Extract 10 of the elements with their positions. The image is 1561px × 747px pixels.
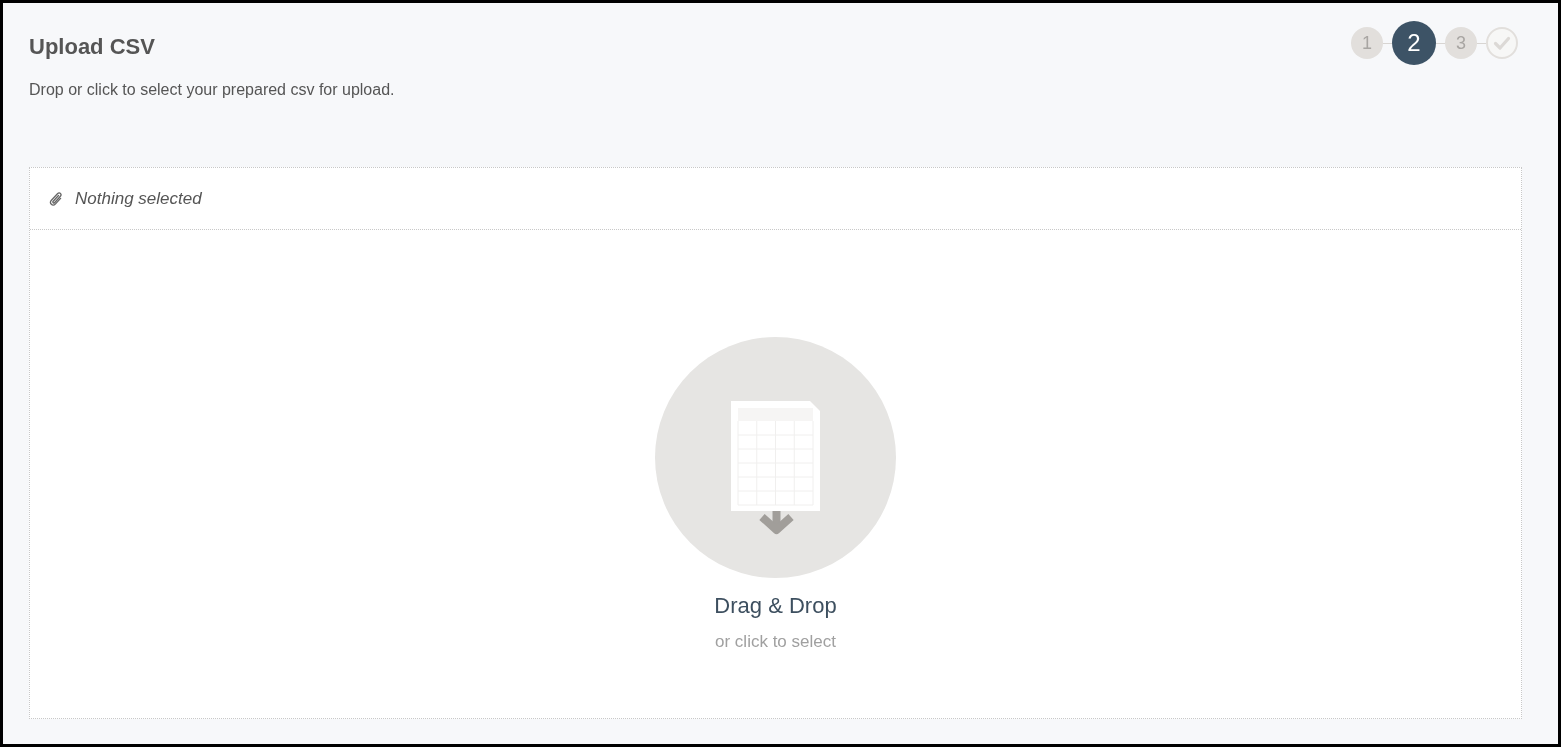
page-title: Upload CSV <box>29 33 155 61</box>
click-to-select-hint: or click to select <box>715 631 836 653</box>
paperclip-icon <box>49 190 63 207</box>
step-indicator: 2 <box>1392 21 1436 65</box>
file-drop-zone[interactable]: Nothing selected Drag & Drop or click to select <box>29 167 1522 719</box>
step-indicator: 3 <box>1445 27 1477 59</box>
selected-file-status: Nothing selected <box>75 187 202 210</box>
page-description: Drop or click to select your prepared csv for upload. <box>29 80 395 100</box>
step-indicator: 1 <box>1351 27 1383 59</box>
drag-drop-prompt: Drag & Drop <box>714 592 837 620</box>
